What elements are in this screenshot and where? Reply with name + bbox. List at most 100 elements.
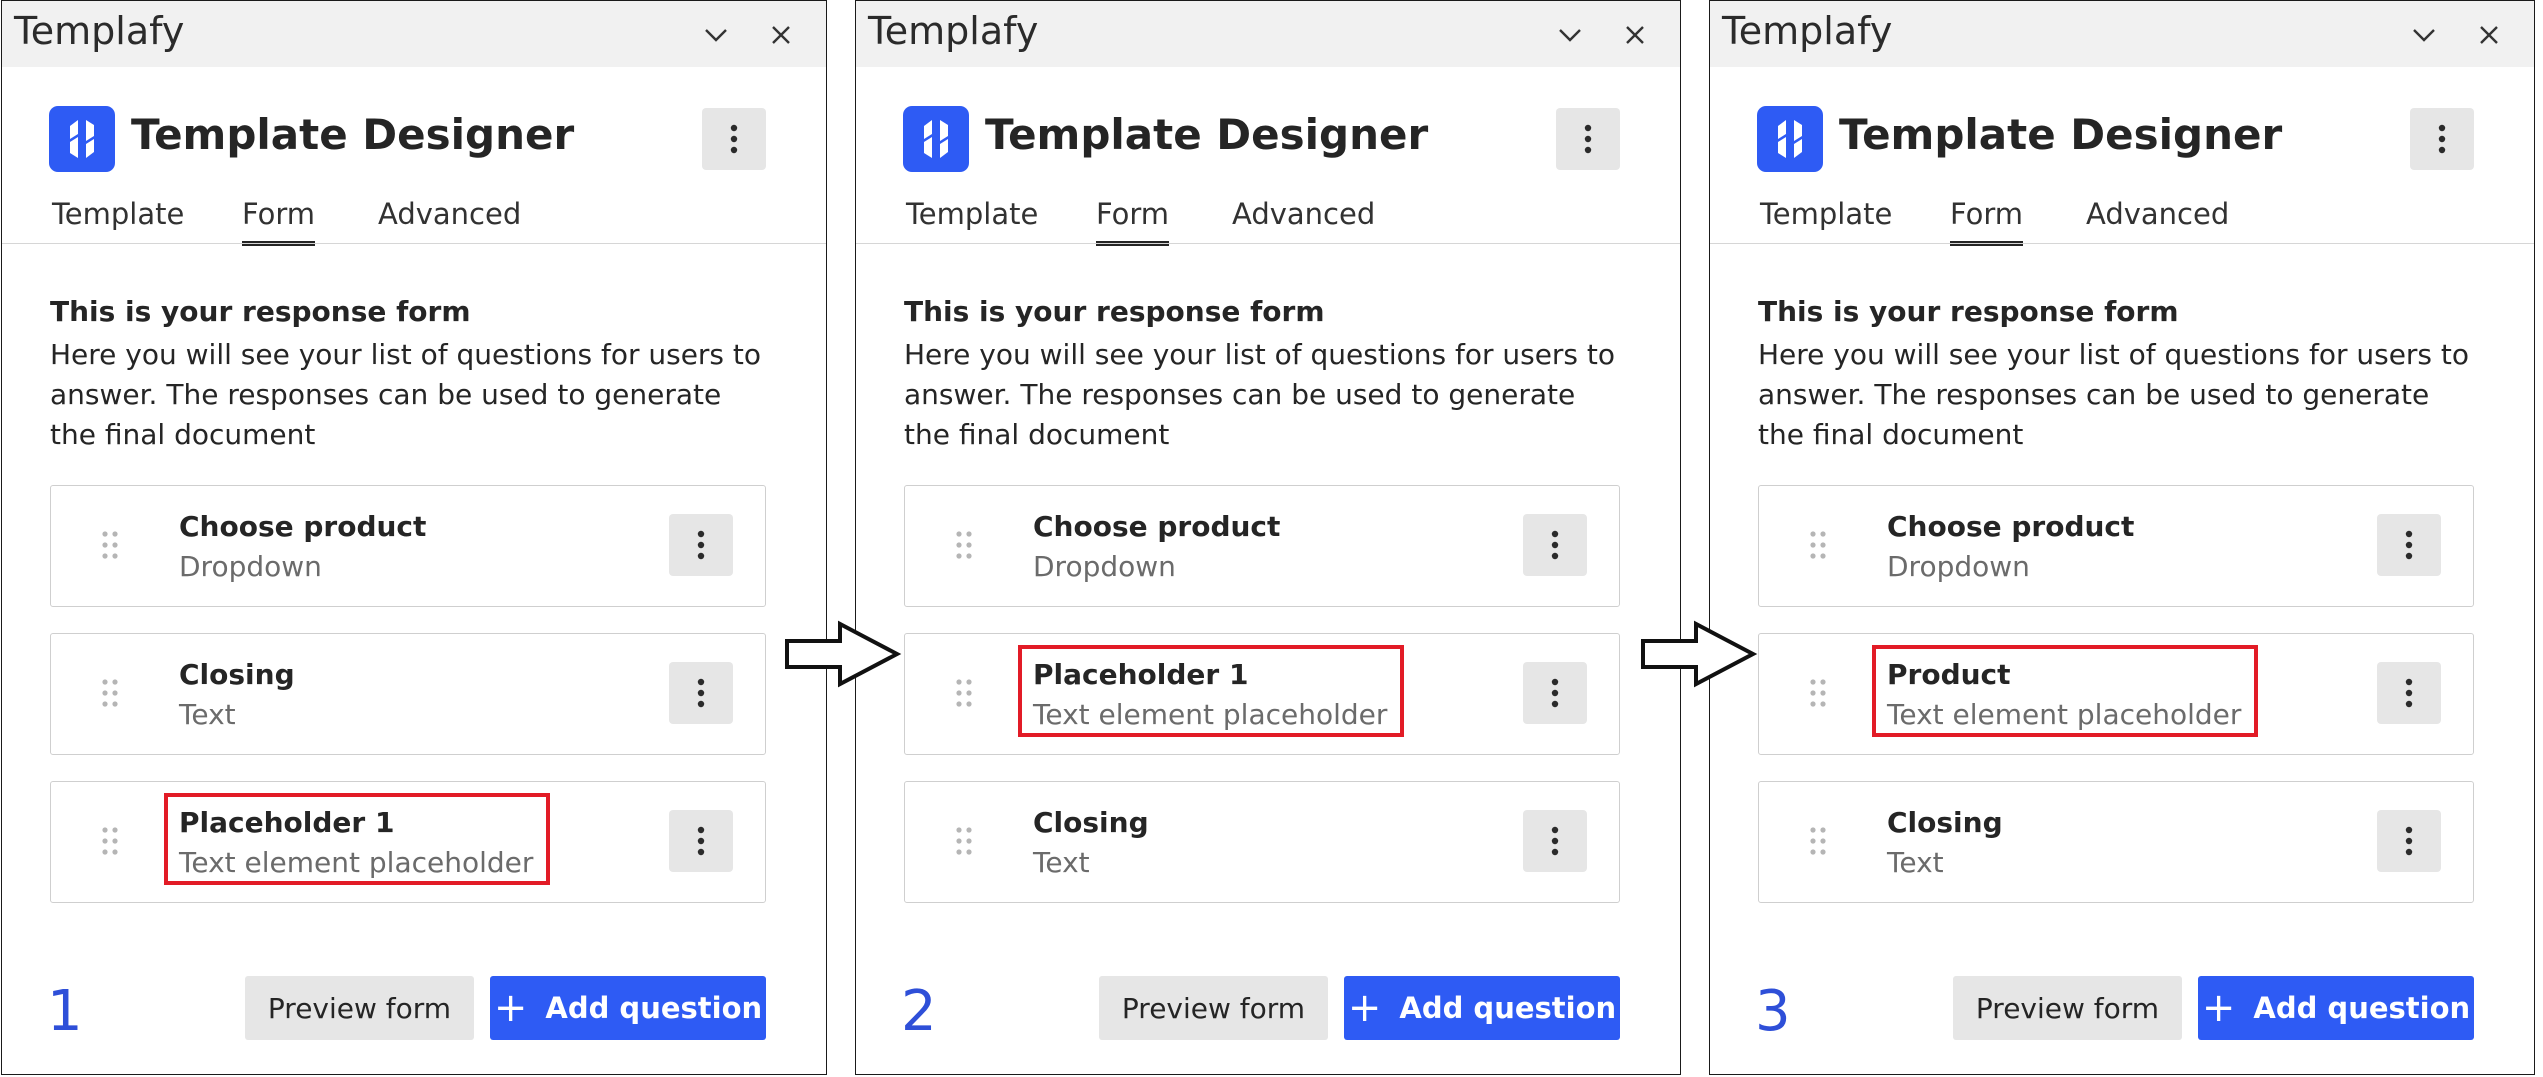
title-bar: Templafy — [856, 1, 1680, 67]
close-icon[interactable] — [1617, 17, 1653, 53]
form-intro-heading: This is your response form — [904, 295, 1325, 328]
tab-advanced[interactable]: Advanced — [2086, 197, 2229, 241]
question-card[interactable]: Closing Text — [1758, 781, 2474, 903]
designer-title: Template Designer — [1839, 110, 2283, 159]
templafy-panel: Templafy Template Designer Template Form… — [855, 0, 1681, 1075]
tab-advanced[interactable]: Advanced — [1232, 197, 1375, 241]
question-type: Text — [1033, 846, 1090, 879]
question-more-button[interactable] — [1523, 514, 1587, 576]
more-vertical-icon — [697, 826, 705, 856]
drag-handle-icon[interactable] — [955, 678, 973, 708]
question-more-button[interactable] — [2377, 810, 2441, 872]
designer-title: Template Designer — [131, 110, 575, 159]
highlight-box — [1018, 645, 1404, 737]
add-question-label: Add question — [545, 991, 763, 1025]
question-title: Closing — [1887, 806, 2003, 839]
plus-icon: + — [1347, 985, 1382, 1031]
app-title: Templafy — [868, 9, 1039, 53]
question-title: Choose product — [1033, 510, 1281, 543]
question-card[interactable]: Choose product Dropdown — [50, 485, 766, 607]
question-more-button[interactable] — [669, 514, 733, 576]
question-more-button[interactable] — [1523, 662, 1587, 724]
question-type: Dropdown — [1887, 550, 2030, 583]
tab-form[interactable]: Form — [1096, 197, 1170, 246]
plus-icon: + — [493, 985, 528, 1031]
drag-handle-icon[interactable] — [101, 530, 119, 560]
question-card[interactable]: Choose product Dropdown — [1758, 485, 2474, 607]
preview-form-button[interactable]: Preview form — [1099, 976, 1328, 1040]
question-type: Text — [179, 698, 236, 731]
tab-form[interactable]: Form — [1950, 197, 2024, 246]
more-options-button[interactable] — [1556, 108, 1620, 170]
more-vertical-icon — [1551, 530, 1559, 560]
tab-template[interactable]: Template — [906, 197, 1038, 241]
templafy-logo — [49, 106, 115, 172]
close-icon[interactable] — [763, 17, 799, 53]
tab-divider — [1710, 243, 2534, 244]
question-card[interactable]: Closing Text — [904, 781, 1620, 903]
close-icon[interactable] — [2471, 17, 2507, 53]
more-vertical-icon — [697, 530, 705, 560]
tab-template[interactable]: Template — [1760, 197, 1892, 241]
question-more-button[interactable] — [669, 662, 733, 724]
add-question-button[interactable]: + Add question — [490, 976, 766, 1040]
question-more-button[interactable] — [1523, 810, 1587, 872]
tab-template[interactable]: Template — [52, 197, 184, 241]
highlight-box — [1872, 645, 2258, 737]
drag-handle-icon[interactable] — [955, 530, 973, 560]
templafy-panel: Templafy Template Designer Template Form… — [1, 0, 827, 1075]
designer-title: Template Designer — [985, 110, 1429, 159]
drag-handle-icon[interactable] — [101, 678, 119, 708]
step-number: 2 — [901, 979, 937, 1044]
chevron-down-icon[interactable] — [1552, 17, 1588, 53]
question-type: Text — [1887, 846, 1944, 879]
more-options-button[interactable] — [702, 108, 766, 170]
arrow-right-icon — [785, 620, 902, 688]
preview-form-button[interactable]: Preview form — [1953, 976, 2182, 1040]
preview-form-button[interactable]: Preview form — [245, 976, 474, 1040]
question-type: Dropdown — [179, 550, 322, 583]
more-vertical-icon — [697, 678, 705, 708]
arrow-right-icon — [1641, 620, 1758, 688]
more-vertical-icon — [1551, 826, 1559, 856]
more-vertical-icon — [1551, 678, 1559, 708]
add-question-label: Add question — [1399, 991, 1617, 1025]
more-options-button[interactable] — [2410, 108, 2474, 170]
templafy-panel: Templafy Template Designer Template Form… — [1709, 0, 2535, 1075]
drag-handle-icon[interactable] — [955, 826, 973, 856]
more-vertical-icon — [2438, 124, 2446, 154]
question-card[interactable]: Closing Text — [50, 633, 766, 755]
tab-divider — [2, 243, 826, 244]
app-title: Templafy — [1722, 9, 1893, 53]
tab-advanced[interactable]: Advanced — [378, 197, 521, 241]
tab-form[interactable]: Form — [242, 197, 316, 246]
more-vertical-icon — [2405, 678, 2413, 708]
drag-handle-icon[interactable] — [1809, 530, 1827, 560]
more-vertical-icon — [1584, 124, 1592, 154]
chevron-down-icon[interactable] — [698, 17, 734, 53]
add-question-button[interactable]: + Add question — [1344, 976, 1620, 1040]
question-more-button[interactable] — [669, 810, 733, 872]
more-vertical-icon — [2405, 530, 2413, 560]
question-type: Dropdown — [1033, 550, 1176, 583]
drag-handle-icon[interactable] — [101, 826, 119, 856]
step-number: 1 — [47, 979, 83, 1044]
add-question-button[interactable]: + Add question — [2198, 976, 2474, 1040]
tab-divider — [856, 243, 1680, 244]
question-title: Closing — [179, 658, 295, 691]
form-intro-body: Here you will see your list of questions… — [50, 338, 762, 451]
more-vertical-icon — [730, 124, 738, 154]
question-more-button[interactable] — [2377, 662, 2441, 724]
question-card[interactable]: Choose product Dropdown — [904, 485, 1620, 607]
templafy-logo — [903, 106, 969, 172]
highlight-box — [164, 793, 550, 885]
chevron-down-icon[interactable] — [2406, 17, 2442, 53]
more-vertical-icon — [2405, 826, 2413, 856]
add-question-label: Add question — [2253, 991, 2471, 1025]
question-title: Choose product — [1887, 510, 2135, 543]
question-more-button[interactable] — [2377, 514, 2441, 576]
question-title: Choose product — [179, 510, 427, 543]
drag-handle-icon[interactable] — [1809, 678, 1827, 708]
drag-handle-icon[interactable] — [1809, 826, 1827, 856]
form-intro-body: Here you will see your list of questions… — [904, 338, 1616, 451]
